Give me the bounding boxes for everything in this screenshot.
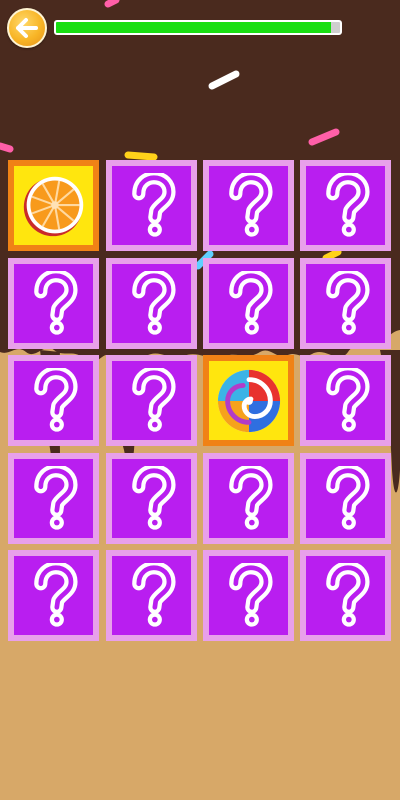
card-face xyxy=(14,264,93,343)
memory-card-hidden[interactable] xyxy=(203,453,294,544)
question-mark-icon xyxy=(220,465,278,532)
card-face xyxy=(306,166,385,245)
card-face xyxy=(112,556,191,635)
memory-card-hidden[interactable] xyxy=(8,355,99,446)
game-screen xyxy=(0,0,400,800)
memory-card-hidden[interactable] xyxy=(300,160,391,251)
swirl-lollipop-icon xyxy=(215,367,283,435)
memory-card-hidden[interactable] xyxy=(106,258,197,349)
memory-card-hidden[interactable] xyxy=(106,355,197,446)
question-mark-icon xyxy=(220,270,278,337)
memory-card-hidden[interactable] xyxy=(8,550,99,641)
question-mark-icon xyxy=(123,172,181,239)
card-face xyxy=(209,264,288,343)
card-face xyxy=(306,556,385,635)
question-mark-icon xyxy=(25,465,83,532)
card-face xyxy=(306,264,385,343)
card-face xyxy=(209,459,288,538)
card-face xyxy=(209,166,288,245)
question-mark-icon xyxy=(25,270,83,337)
card-face xyxy=(14,361,93,440)
question-mark-icon xyxy=(123,367,181,434)
question-mark-icon xyxy=(317,562,375,629)
sprinkle xyxy=(124,151,158,161)
card-face xyxy=(112,166,191,245)
card-face xyxy=(209,556,288,635)
orange-slice-icon xyxy=(21,173,87,239)
memory-card-hidden[interactable] xyxy=(203,160,294,251)
memory-card-hidden[interactable] xyxy=(106,160,197,251)
question-mark-icon xyxy=(317,270,375,337)
memory-card-hidden[interactable] xyxy=(106,550,197,641)
memory-card-hidden[interactable] xyxy=(300,355,391,446)
memory-card-hidden[interactable] xyxy=(300,453,391,544)
memory-card-hidden[interactable] xyxy=(8,453,99,544)
memory-card-revealed[interactable] xyxy=(8,160,99,251)
card-face xyxy=(112,264,191,343)
progress-bar xyxy=(54,20,342,35)
memory-card-hidden[interactable] xyxy=(203,258,294,349)
card-face xyxy=(306,361,385,440)
memory-card-hidden[interactable] xyxy=(300,258,391,349)
question-mark-icon xyxy=(123,465,181,532)
memory-card-hidden[interactable] xyxy=(8,258,99,349)
card-face xyxy=(112,459,191,538)
back-arrow-icon xyxy=(16,18,38,38)
question-mark-icon xyxy=(317,367,375,434)
question-mark-icon xyxy=(123,270,181,337)
card-face xyxy=(14,166,93,245)
memory-card-hidden[interactable] xyxy=(203,550,294,641)
question-mark-icon xyxy=(25,367,83,434)
progress-bar-fill xyxy=(56,22,332,33)
sprinkle xyxy=(104,0,120,8)
card-face xyxy=(306,459,385,538)
question-mark-icon xyxy=(317,172,375,239)
memory-card-revealed[interactable] xyxy=(203,355,294,446)
question-mark-icon xyxy=(220,562,278,629)
card-grid xyxy=(8,160,393,642)
question-mark-icon xyxy=(317,465,375,532)
memory-card-hidden[interactable] xyxy=(106,453,197,544)
question-mark-icon xyxy=(220,172,278,239)
back-button[interactable] xyxy=(7,8,47,48)
question-mark-icon xyxy=(25,562,83,629)
card-face xyxy=(112,361,191,440)
card-face xyxy=(209,361,288,440)
memory-card-hidden[interactable] xyxy=(300,550,391,641)
card-face xyxy=(14,556,93,635)
sprinkle xyxy=(0,142,14,153)
question-mark-icon xyxy=(123,562,181,629)
card-face xyxy=(14,459,93,538)
